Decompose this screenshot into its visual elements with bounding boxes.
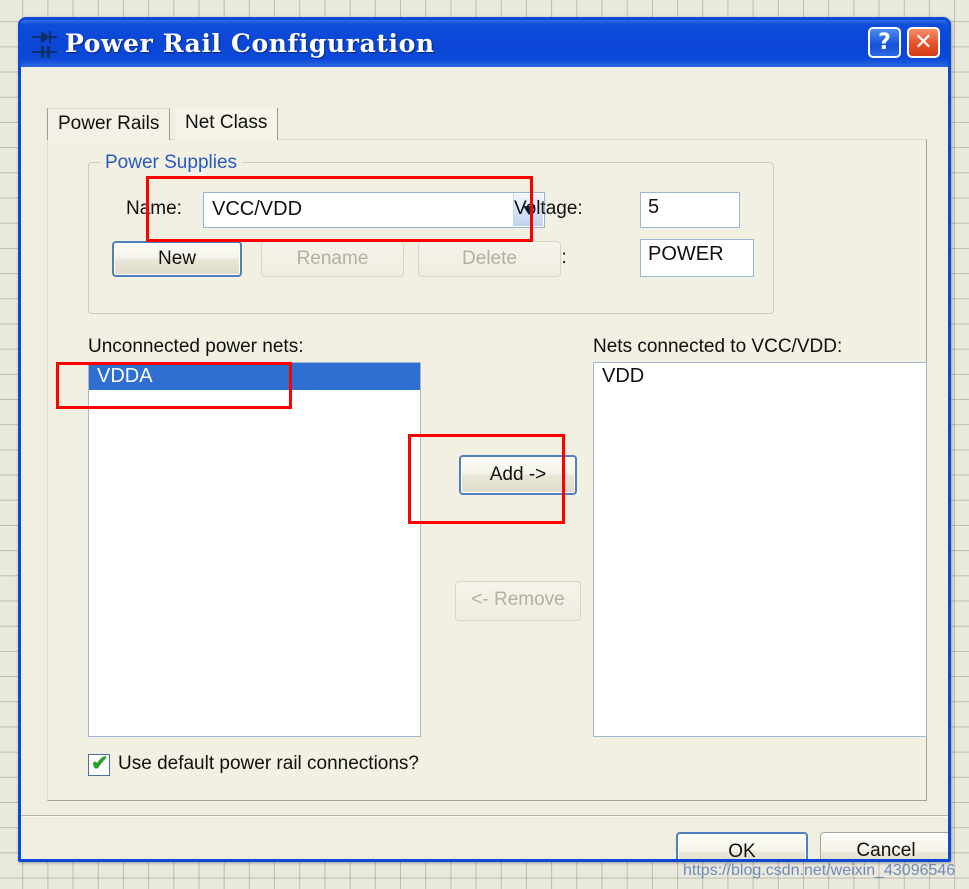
ok-button[interactable]: OK (676, 832, 808, 859)
dialog-client-area: Power Rails Net Class Power Supplies Nam… (21, 67, 948, 859)
power-supplies-group (88, 162, 774, 314)
new-button[interactable]: New (112, 241, 242, 277)
remove-button: <- Remove (455, 581, 581, 621)
unconnected-nets-label: Unconnected power nets: (88, 336, 304, 357)
watermark: https://blog.csdn.net/weixin_43096546 (683, 862, 956, 879)
name-combobox-value: VCC/VDD (212, 198, 303, 220)
power-rail-icon (30, 28, 60, 60)
voltage-label: Voltage: (514, 198, 583, 219)
tab-net-class[interactable]: Net Class (175, 108, 279, 140)
close-button[interactable]: ✕ (907, 27, 940, 58)
power-rails-tab-panel: Power Supplies Name: VCC/VDD Voltage: 5 … (47, 139, 927, 801)
list-item[interactable]: VDDA (89, 363, 420, 390)
name-label: Name: (126, 198, 182, 219)
window-title: Power Rail Configuration (65, 29, 435, 58)
power-supplies-group-label: Power Supplies (100, 152, 243, 174)
add-button[interactable]: Add -> (459, 455, 577, 495)
title-bar: Power Rail Configuration ? ✕ (21, 20, 948, 67)
connected-nets-label: Nets connected to VCC/VDD: (593, 336, 843, 357)
class-input[interactable]: POWER (640, 239, 754, 277)
voltage-value: 5 (648, 196, 660, 218)
checkmark-icon: ✔ (91, 752, 109, 775)
delete-button: Delete (418, 241, 561, 277)
cancel-button[interactable]: Cancel (820, 832, 948, 859)
power-rail-configuration-dialog: Power Rail Configuration ? ✕ Power Rails… (18, 17, 951, 862)
help-button[interactable]: ? (868, 27, 901, 58)
checkbox-box[interactable]: ✔ (88, 752, 110, 776)
tab-power-rails[interactable]: Power Rails (47, 108, 171, 140)
voltage-input[interactable]: 5 (640, 192, 740, 228)
rename-button: Rename (261, 241, 404, 277)
name-combobox[interactable]: VCC/VDD (203, 192, 545, 228)
class-value: POWER (648, 243, 724, 265)
list-item[interactable]: VDD (594, 363, 926, 390)
button-bar-separator (21, 815, 948, 817)
use-default-connections-label: Use default power rail connections? (118, 753, 420, 774)
connected-nets-listbox[interactable]: VDD (593, 362, 927, 737)
unconnected-nets-listbox[interactable]: VDDA (88, 362, 421, 737)
